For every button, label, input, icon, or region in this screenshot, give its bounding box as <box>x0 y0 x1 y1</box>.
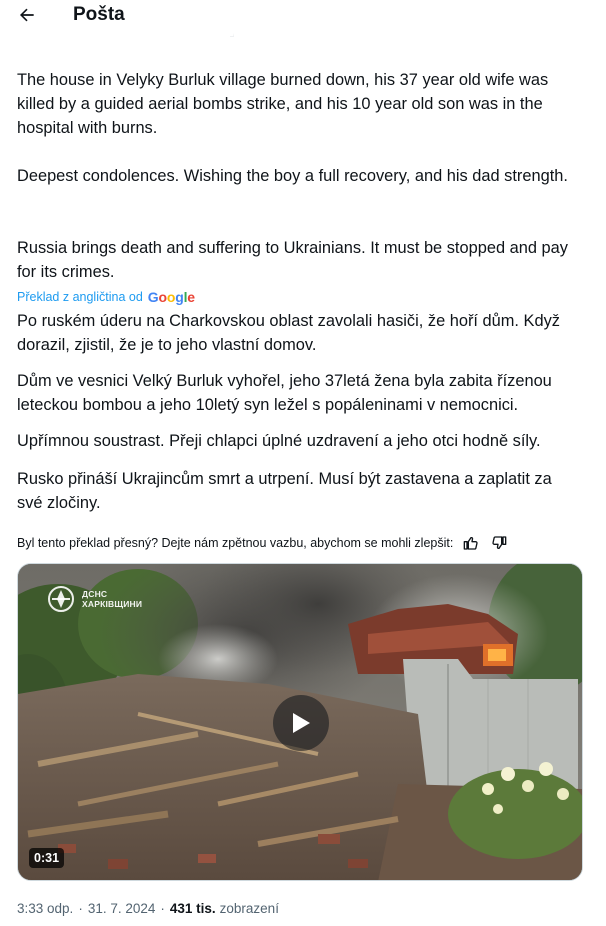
translation-label[interactable]: Překlad z angličtina od <box>17 290 143 304</box>
emblem-icon <box>48 586 74 612</box>
original-paragraph: Russia brings death and suffering to Ukr… <box>17 239 568 281</box>
top-bar: Pošta <box>0 0 606 33</box>
views-count: 431 tis. <box>169 901 216 916</box>
translated-paragraph: Upřímnou soustrast. Přeji chlapci úplné … <box>17 432 541 450</box>
translation-feedback: Byl tento překlad přesný? Dejte nám zpět… <box>17 533 577 553</box>
play-icon <box>293 713 310 733</box>
post-time[interactable]: 3:33 odp. <box>17 899 73 919</box>
post-detail-page: Pošta The house in Velyky Burluk village… <box>0 0 606 926</box>
back-button[interactable] <box>14 4 40 26</box>
original-paragraph: The house in Velyky Burluk village burne… <box>17 71 549 137</box>
thumbs-up-button[interactable] <box>461 533 481 553</box>
google-logo: Google <box>147 289 195 305</box>
post-meta: 3:33 odp. · 31. 7. 2024 · 431 tis. zobra… <box>17 899 279 919</box>
views-label: zobrazení <box>219 901 279 916</box>
video-watermark: ДСНС ХАРКІВЩИНИ <box>46 584 142 614</box>
meta-separator: · <box>160 901 165 916</box>
page-title: Pošta <box>73 4 125 25</box>
translated-paragraph: Dům ve vesnici Velký Burluk vyhořel, jeh… <box>17 372 552 414</box>
thumbs-up-icon <box>464 537 478 550</box>
original-paragraph: Deepest condolences. Wishing the boy a f… <box>17 167 568 185</box>
post-date[interactable]: 31. 7. 2024 <box>88 899 156 919</box>
translated-paragraph: Rusko přináší Ukrajincům smrt a utrpení.… <box>17 470 552 512</box>
play-button[interactable] <box>273 695 329 751</box>
watermark-line: ДСНС <box>82 589 108 599</box>
feedback-prompt: Byl tento překlad přesný? Dejte nám zpět… <box>17 536 454 550</box>
meta-separator: · <box>78 901 83 916</box>
arrow-left-icon <box>20 8 34 22</box>
video-duration: 0:31 <box>29 848 65 868</box>
thumbs-down-icon <box>492 536 507 549</box>
video-player[interactable]: ДСНС ХАРКІВЩИНИ 0:31 <box>17 563 583 881</box>
translated-paragraph: Po ruském úderu na Charkovskou oblast za… <box>17 312 560 354</box>
translation-attribution[interactable]: Překlad z angličtina od Google <box>17 288 195 306</box>
header-fade <box>0 33 606 43</box>
watermark-line: ХАРКІВЩИНИ <box>82 599 143 609</box>
thumbs-down-button[interactable] <box>489 533 509 553</box>
